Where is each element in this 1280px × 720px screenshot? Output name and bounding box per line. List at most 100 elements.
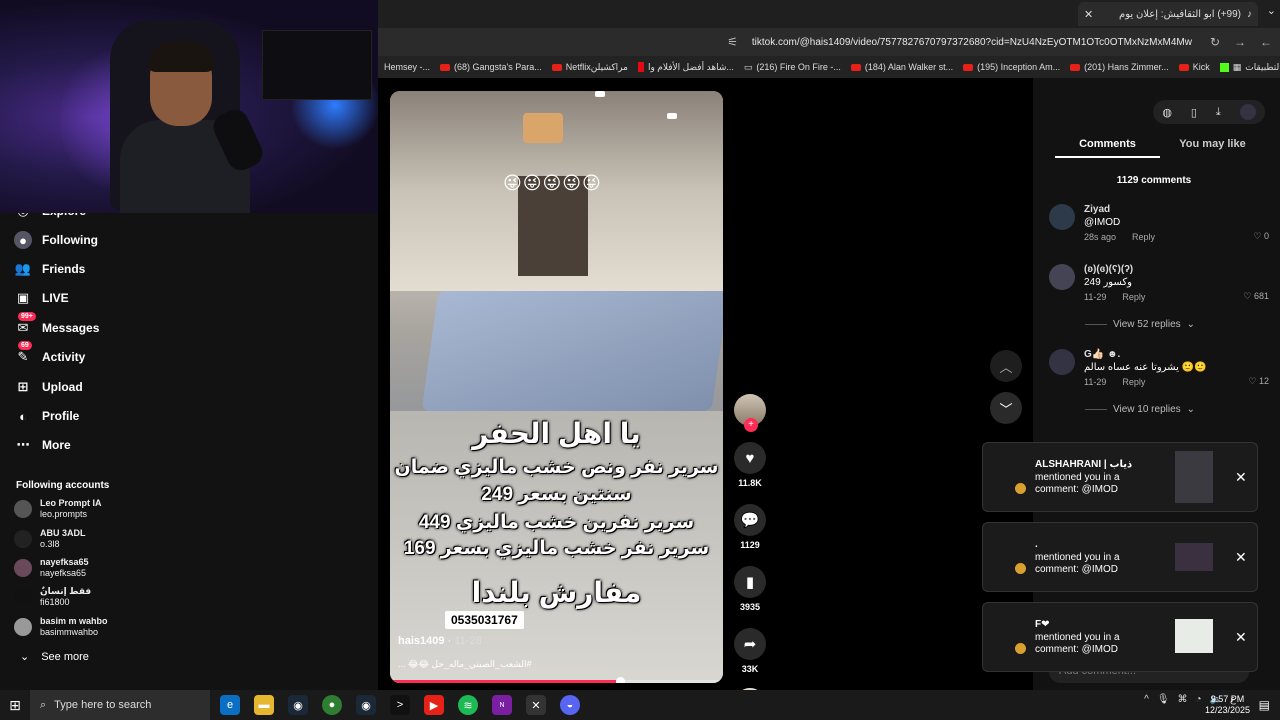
avatar[interactable] xyxy=(1049,264,1075,290)
discord-icon[interactable]: ◒ xyxy=(560,695,580,715)
close-icon[interactable]: ✕ xyxy=(1235,469,1247,486)
account-item[interactable]: فقط إنسانٌ fi61800 xyxy=(14,586,91,608)
sidebar-item-messages[interactable]: ✉ 99+ Messages xyxy=(14,312,99,337)
avatar[interactable] xyxy=(1049,349,1075,375)
tab-close-icon[interactable]: ✕ xyxy=(1084,8,1093,21)
account-item[interactable]: basim m wahbo basimmwahbo xyxy=(14,616,108,638)
video-caption-line: سرير نفر خشب ماليزي بسعر 169 xyxy=(403,538,710,559)
close-icon[interactable]: ✕ xyxy=(1235,629,1247,646)
like-count: 11.8K xyxy=(738,478,762,488)
mic-icon[interactable]: 🎙 xyxy=(1157,694,1170,705)
notification-center-icon[interactable]: ▤ xyxy=(1259,698,1270,712)
notification-toast[interactable]: F❤ mentioned you in a comment: @IMOD ✕ xyxy=(982,602,1258,672)
comment-author[interactable]: (ʚ)(ɞ)(ʕ)(ʔ) xyxy=(1084,264,1269,275)
notification-toast[interactable]: ALSHAHRANI | ذياب mentioned you in a comm… xyxy=(982,442,1258,512)
speed-icon[interactable]: ◍ xyxy=(1162,106,1172,119)
xbox-icon[interactable]: ✕ xyxy=(526,695,546,715)
share-button[interactable]: ➦ xyxy=(734,628,766,660)
url-field[interactable]: tiktok.com/@hais1409/video/7577827670797… xyxy=(752,37,1192,48)
youtube-icon xyxy=(1070,63,1081,71)
bookmark-item[interactable]: Hemsey -... xyxy=(384,62,430,72)
network-icon[interactable]: ⌘ xyxy=(1178,694,1188,705)
progress-knob[interactable] xyxy=(615,677,625,683)
back-icon[interactable]: ← xyxy=(1260,35,1272,49)
reply-button[interactable]: Reply xyxy=(1122,292,1145,302)
reply-button[interactable]: Reply xyxy=(1122,377,1145,387)
clock[interactable]: 9:57 PM 12/23/2025 xyxy=(1205,694,1250,716)
video-player[interactable]: 😜😜😜😜😜 يا اهل الحفر سرير نفر ونص خشب مالي… xyxy=(390,91,723,683)
video-emojis: 😜😜😜😜😜 xyxy=(503,173,602,193)
bookmark-item[interactable]: (68) Gangsta's Para... xyxy=(440,62,542,72)
tab-comments[interactable]: Comments xyxy=(1055,138,1160,158)
bookmark-item[interactable]: (195) Inception Am... xyxy=(963,62,1060,72)
folder-icon[interactable]: ▬ xyxy=(254,695,274,715)
sidebar-item-friends[interactable]: 👥 Friends xyxy=(14,260,85,278)
next-icon[interactable]: N xyxy=(492,695,512,715)
view-replies-button[interactable]: View 52 replies ⌄ xyxy=(1085,319,1195,330)
notification-toast[interactable]: . mentioned you in a comment: @IMOD ✕ xyxy=(982,522,1258,592)
tab-you-may-like[interactable]: You may like xyxy=(1160,138,1265,158)
active-tab[interactable]: ♪ (99+) ابو الثقافيش: إعلان يوم ✕ xyxy=(1078,2,1258,26)
video-hashtags[interactable]: #الشعب_الصيني_ماله_حل 😂😂 ... xyxy=(398,659,532,670)
comment-like[interactable]: ♡ 12 xyxy=(1248,376,1269,387)
reply-button[interactable]: Reply xyxy=(1132,232,1155,242)
action-bar: + ♥ 11.8K 💬 1129 ▮ 3935 ➦ 33K xyxy=(732,394,768,720)
bookmark-item[interactable]: Netflixمراكشيلن xyxy=(551,62,628,73)
terminal-icon[interactable]: > xyxy=(390,695,410,715)
follow-plus-icon[interactable]: + xyxy=(744,418,758,432)
account-item[interactable]: Leo Prompt IA leo.prompts xyxy=(14,498,102,520)
bookmark-item[interactable]: شاهد أفضل الأفلام وا... xyxy=(637,62,734,73)
sidebar-item-profile[interactable]: ◐ Profile xyxy=(14,407,79,425)
wifi-icon[interactable]: ◔ xyxy=(1196,694,1202,705)
comment-like[interactable]: ♡ 681 xyxy=(1243,291,1269,302)
steam-icon[interactable]: ◉ xyxy=(356,695,376,715)
video-progress-bar[interactable] xyxy=(390,677,723,683)
comment-author[interactable]: G👍🏻 ☻. xyxy=(1084,349,1269,360)
edge-icon[interactable]: e xyxy=(220,695,240,715)
profile-icon: ◐ xyxy=(19,408,27,424)
chrome-icon[interactable]: ● xyxy=(322,695,342,715)
sidebar-item-more[interactable]: ⋯ More xyxy=(14,436,71,454)
bookmark-item[interactable]: Kick xyxy=(1178,62,1210,72)
comment-time: 28s ago xyxy=(1084,232,1117,242)
creator-avatar[interactable]: + xyxy=(734,394,766,432)
bookmark-item[interactable]: (201) Hans Zimmer... xyxy=(1070,62,1169,72)
reload-icon[interactable]: ↻ xyxy=(1210,35,1220,49)
windows-start-icon[interactable]: ⊞ xyxy=(0,697,30,714)
save-button[interactable]: ▮ xyxy=(734,566,766,598)
tab-search-icon[interactable]: ⌄ xyxy=(1267,4,1276,17)
account-item[interactable]: nayefksa65 nayefksa65 xyxy=(14,557,89,579)
search-icon: ⌕ xyxy=(40,698,47,711)
like-button[interactable]: ♥ xyxy=(734,442,766,474)
chevron-up-icon[interactable]: ^ xyxy=(1144,694,1149,705)
video-author[interactable]: hais1409 · 11-28 xyxy=(398,635,482,647)
bookmark-item[interactable]: (184) Alan Walker st... xyxy=(850,62,953,72)
close-icon[interactable]: ✕ xyxy=(1235,549,1247,566)
customize-icon[interactable]: ⚟ xyxy=(727,35,738,49)
bookmark-item[interactable]: ▦ التطبيقات xyxy=(1219,62,1280,73)
avatar[interactable] xyxy=(1239,104,1256,120)
steam-icon[interactable]: ◉ xyxy=(288,695,308,715)
spotify-icon[interactable]: ≋ xyxy=(458,695,478,715)
taskbar-search[interactable]: ⌕ Type here to search xyxy=(30,690,210,720)
view-replies-button[interactable]: View 10 replies ⌄ xyxy=(1085,404,1195,415)
next-video-button[interactable]: ﹀ xyxy=(990,392,1022,424)
sidebar-item-following[interactable]: ● Following xyxy=(14,231,98,249)
comment-author[interactable]: Ziyad xyxy=(1084,204,1269,215)
bookmark-item[interactable]: ▭ (216) Fire On Fire -... xyxy=(744,62,841,73)
see-more-button[interactable]: ⌄ See more xyxy=(20,650,89,664)
sidebar-item-label: Friends xyxy=(42,262,86,276)
sidebar-item-live[interactable]: ▣ LIVE xyxy=(14,289,69,307)
forward-icon[interactable]: → xyxy=(1234,35,1246,49)
phone-icon[interactable]: ▯ xyxy=(1191,106,1197,119)
download-icon[interactable]: ⤓ xyxy=(1216,106,1221,119)
youtube-icon[interactable]: ▶ xyxy=(424,695,444,715)
panel-tabs: Comments You may like xyxy=(1055,138,1265,158)
comment-like[interactable]: ♡ 0 xyxy=(1253,231,1269,242)
sidebar-item-upload[interactable]: ⊞ Upload xyxy=(14,378,83,396)
account-item[interactable]: ABU 3ADL o.3l8 xyxy=(14,528,86,550)
sidebar-item-activity[interactable]: ✎ 69 Activity xyxy=(14,341,85,366)
comment-button[interactable]: 💬 xyxy=(734,504,766,536)
prev-video-button[interactable]: ︿ xyxy=(990,350,1022,382)
avatar[interactable] xyxy=(1049,204,1075,230)
